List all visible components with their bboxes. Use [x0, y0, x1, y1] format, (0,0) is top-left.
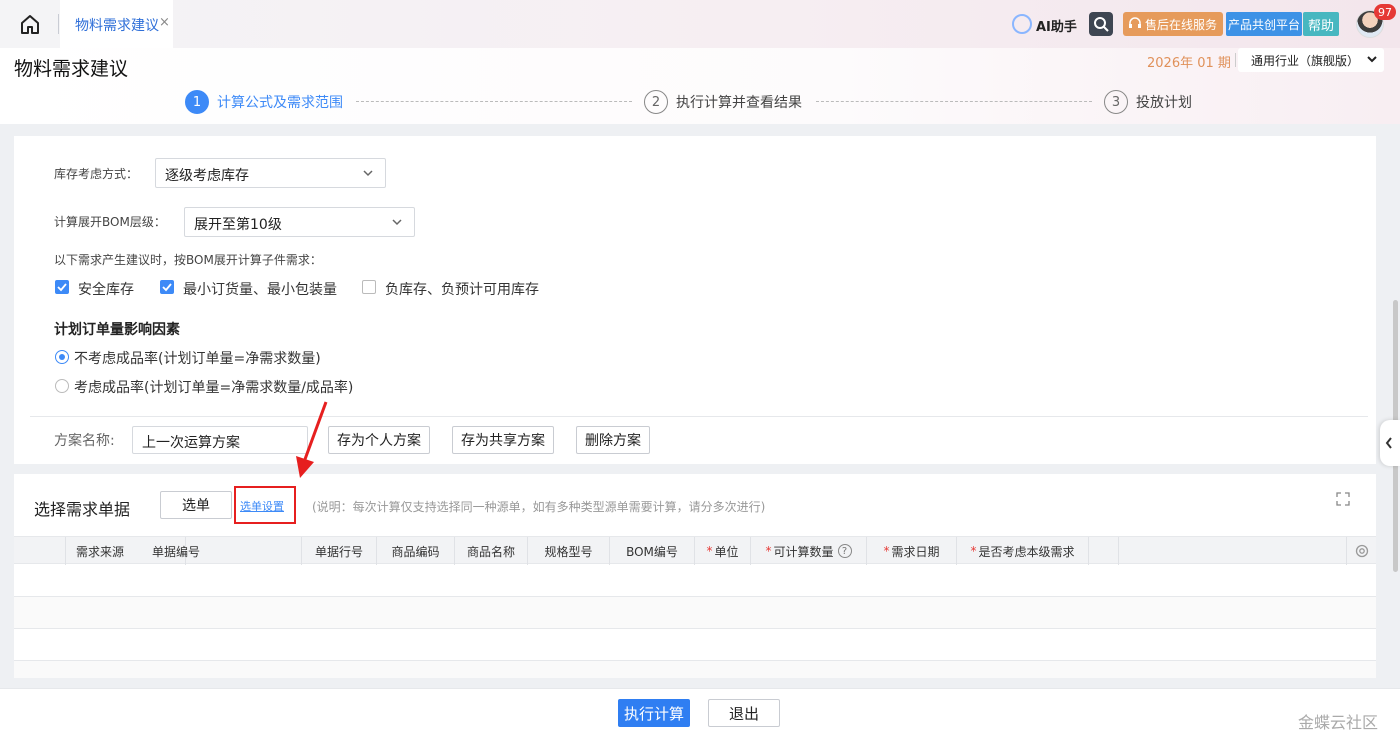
step-2-label: 执行计算并查看结果	[676, 95, 802, 111]
ignore-yield-radio[interactable]	[55, 350, 69, 364]
step-3-number: 3	[1104, 90, 1128, 114]
step-3-label: 投放计划	[1136, 95, 1192, 111]
min-order-qty-checkbox[interactable]	[160, 280, 174, 294]
execute-calculation-button[interactable]: 执行计算	[618, 699, 690, 727]
step-connector	[816, 101, 1092, 102]
select-document-button[interactable]: 选单	[160, 491, 232, 519]
accounting-period: 2026年 01 期	[1147, 56, 1231, 71]
co-creation-platform-button[interactable]: 产品共创平台	[1226, 12, 1302, 36]
chevron-down-icon	[392, 219, 402, 226]
table-header: 需求来源 单据编号 单据行号 商品编码 商品名称 规格型号 BOM编号 * 单位 …	[14, 536, 1376, 565]
industry-label: 通用行业（旗舰版）	[1251, 54, 1360, 68]
tab-close-icon[interactable]: ×	[159, 15, 170, 30]
annotation-arrow-icon	[296, 401, 328, 478]
column-document-number[interactable]: 单据编号	[142, 537, 302, 565]
column-unit[interactable]: * 单位	[695, 537, 751, 565]
chevron-down-icon	[363, 170, 373, 177]
delete-scheme-button[interactable]: 删除方案	[576, 426, 650, 454]
header-divider	[1235, 53, 1236, 67]
side-panel-toggle[interactable]	[1380, 420, 1400, 466]
column-spacer	[1089, 537, 1119, 565]
stock-method-label: 库存考虑方式：	[54, 167, 139, 181]
fullscreen-icon[interactable]	[1336, 492, 1350, 506]
order-factor-title: 计划订单量影响因素	[54, 322, 180, 338]
bom-level-value: 展开至第10级	[194, 217, 282, 233]
gear-icon[interactable]	[1355, 544, 1369, 558]
column-document-line[interactable]: 单据行号	[302, 537, 377, 565]
negative-stock-checkbox[interactable]	[362, 280, 376, 294]
step-2-number: 2	[644, 90, 668, 114]
column-product-code[interactable]: 商品编码	[377, 537, 455, 565]
chevron-left-icon	[1385, 437, 1392, 449]
column-demand-date[interactable]: * 需求日期	[867, 537, 957, 565]
check-icon	[57, 283, 67, 292]
table-row[interactable]	[14, 661, 1376, 678]
negative-stock-label: 负库存、负预计可用库存	[385, 282, 539, 298]
check-icon	[162, 283, 172, 292]
column-consider-level-demand[interactable]: * 是否考虑本级需求	[957, 537, 1089, 565]
after-sales-service-label: 售后在线服务	[1145, 17, 1218, 32]
help-circle-icon[interactable]: ?	[837, 544, 852, 558]
consider-yield-label: 考虑成品率(计划订单量=净需求数量/成品率)	[74, 380, 354, 396]
min-order-qty-label: 最小订货量、最小包装量	[183, 282, 337, 298]
save-personal-scheme-button[interactable]: 存为个人方案	[328, 426, 430, 454]
column-specification[interactable]: 规格型号	[528, 537, 610, 565]
bom-expand-note: 以下需求产生建议时，按BOM展开计算子件需求：	[54, 253, 322, 267]
search-icon	[1094, 17, 1109, 32]
tab-divider	[58, 14, 59, 34]
exit-button[interactable]: 退出	[708, 699, 780, 727]
step-1: 1 计算公式及需求范围	[185, 90, 343, 114]
top-bar: 物料需求建议 × AI助手 售后在线服务 产品共创平台 帮助 97	[0, 0, 1400, 48]
step-3: 3 投放计划	[1104, 90, 1192, 114]
page-header: 物料需求建议 2026年 01 期 通用行业（旗舰版） 1 计算公式及需求范围 …	[0, 48, 1400, 124]
home-icon[interactable]	[18, 13, 42, 35]
industry-selector[interactable]: 通用行业（旗舰版）	[1238, 48, 1384, 72]
save-shared-scheme-button[interactable]: 存为共享方案	[452, 426, 554, 454]
safety-stock-checkbox[interactable]	[55, 280, 69, 294]
section-divider	[30, 416, 1368, 417]
page-title: 物料需求建议	[14, 58, 129, 80]
column-settings-cell	[1346, 537, 1376, 565]
chevron-down-icon	[1367, 56, 1377, 63]
help-button[interactable]: 帮助	[1303, 12, 1339, 36]
stock-method-select[interactable]: 逐级考虑库存	[155, 158, 386, 188]
calculation-settings-panel: 库存考虑方式： 逐级考虑库存 计算展开BOM层级： 展开至第10级 以下需求产生…	[14, 136, 1376, 464]
tab-label: 物料需求建议	[75, 18, 159, 34]
scheme-name-value: 上一次运算方案	[142, 435, 240, 451]
after-sales-service-button[interactable]: 售后在线服务	[1123, 12, 1223, 36]
bom-level-select[interactable]: 展开至第10级	[184, 207, 415, 237]
table-header-blank	[14, 537, 66, 565]
headset-icon	[1129, 17, 1141, 28]
column-bom-number[interactable]: BOM编号	[610, 537, 695, 565]
consider-yield-radio[interactable]	[55, 379, 69, 393]
column-calculable-qty[interactable]: * 可计算数量?	[751, 537, 867, 565]
safety-stock-label: 安全库存	[78, 282, 134, 298]
select-demand-title: 选择需求单据	[34, 500, 131, 519]
step-2: 2 执行计算并查看结果	[644, 90, 802, 114]
demand-document-panel: 选择需求单据 选单 选单设置 (说明：每次计算仅支持选择同一种源单，如有多种类型…	[14, 474, 1376, 678]
step-1-number: 1	[185, 90, 209, 114]
ai-assistant-label[interactable]: AI助手	[1036, 16, 1077, 35]
tab-material-requirement[interactable]: 物料需求建议 ×	[60, 0, 173, 48]
table-row[interactable]	[14, 597, 1376, 629]
footer-bar: 执行计算 退出 金蝶云社区	[0, 688, 1400, 736]
step-connector	[356, 101, 632, 102]
table-row[interactable]	[14, 565, 1376, 597]
step-1-label: 计算公式及需求范围	[217, 95, 343, 111]
community-watermark: 金蝶云社区	[1298, 713, 1379, 732]
stock-method-value: 逐级考虑库存	[165, 168, 249, 184]
bom-level-label: 计算展开BOM层级：	[54, 215, 166, 229]
select-settings-link[interactable]: 选单设置	[240, 498, 284, 514]
scheme-name-input[interactable]: 上一次运算方案	[132, 426, 308, 454]
scheme-name-label: 方案名称:	[54, 433, 115, 449]
ignore-yield-label: 不考虑成品率(计划订单量=净需求数量)	[74, 351, 321, 367]
column-product-name[interactable]: 商品名称	[455, 537, 528, 565]
ai-assistant-icon[interactable]	[1012, 14, 1032, 34]
search-button[interactable]	[1089, 12, 1113, 36]
table-row[interactable]	[14, 629, 1376, 661]
notification-badge: 97	[1374, 4, 1396, 20]
selection-note: (说明：每次计算仅支持选择同一种源单，如有多种类型源单需要计算，请分多次进行)	[312, 500, 766, 514]
